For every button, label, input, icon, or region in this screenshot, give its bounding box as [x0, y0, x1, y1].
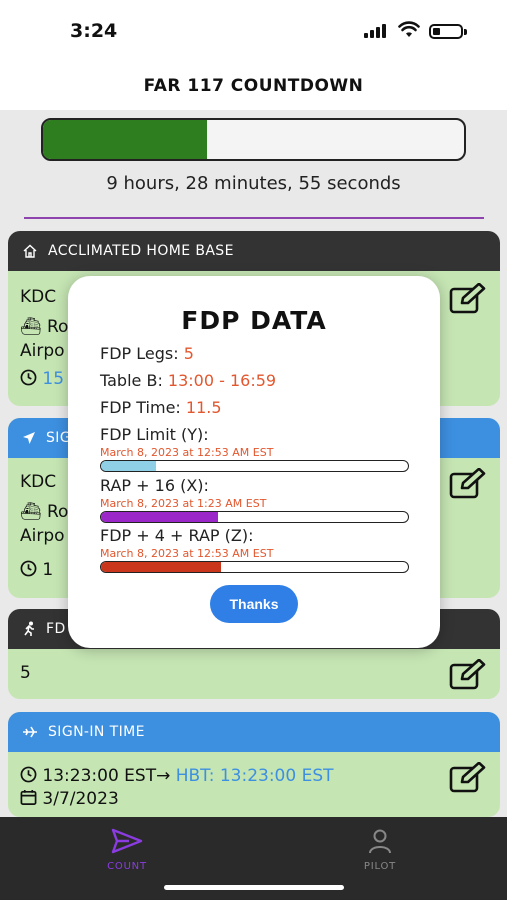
rap-label: RAP + 16 (X):: [100, 476, 209, 495]
sign-in-location-airport: ⛴ Ro: [20, 502, 69, 522]
person-icon: [369, 829, 391, 854]
rap-bar: [100, 511, 409, 523]
divider: [24, 217, 484, 219]
runway-icon: ⛴: [20, 502, 42, 522]
edit-icon[interactable]: [448, 659, 488, 691]
fdp-time-value: 11.5: [185, 398, 222, 417]
countdown-text: 9 hours, 28 minutes, 55 seconds: [106, 173, 401, 194]
fdp-data-modal: FDP DATA FDP Legs: 5 Table B: 13:00 - 16…: [68, 276, 440, 648]
home-base-tz: 15: [20, 369, 64, 389]
status-bar: 3:24: [0, 0, 507, 62]
clock-icon: [20, 766, 37, 783]
fdp4-fill: [101, 562, 221, 572]
home-indicator: [164, 885, 344, 890]
sign-in-location-code: KDC: [20, 472, 57, 492]
sign-in-time-value: 13:23:00 EST: [42, 766, 157, 786]
countdown-progress-bar: [41, 118, 466, 161]
runway-icon: ⛴: [20, 317, 42, 337]
home-icon: [23, 244, 37, 258]
thanks-button[interactable]: Thanks: [210, 585, 298, 623]
sign-in-time-row: 13:23:00 EST→ HBT: 13:23:00 EST: [20, 766, 334, 786]
fdp-legs-value: 5: [20, 663, 31, 683]
sign-in-location-airport-line2: Airpo: [20, 526, 65, 546]
sign-in-date-value: 3/7/2023: [42, 789, 119, 809]
plane-icon: [23, 726, 37, 738]
fdp4-label: FDP + 4 + RAP (Z):: [100, 526, 254, 545]
fdp-legs-row: FDP Legs: 5: [100, 344, 194, 363]
calendar-icon: [20, 789, 37, 805]
rap-fill: [101, 512, 218, 522]
edit-icon[interactable]: [448, 468, 488, 500]
modal-title: FDP DATA: [181, 306, 327, 335]
edit-icon[interactable]: [448, 762, 488, 794]
battery-icon: [429, 24, 467, 39]
sign-in-time-title: SIGN-IN TIME: [48, 724, 145, 740]
fdp-legs-value: 5: [183, 344, 194, 363]
sign-in-time-card: SIGN-IN TIME 13:23:00 EST→ HBT: 13:23:00…: [8, 712, 500, 817]
table-b-value: 13:00 - 16:59: [167, 371, 277, 390]
home-base-code: KDC: [20, 287, 57, 307]
tab-pilot-label: PILOT: [363, 861, 397, 872]
fdp-limit-label: FDP Limit (Y):: [100, 425, 209, 444]
page-title: FAR 117 COUNTDOWN: [143, 76, 364, 96]
wifi-icon: [398, 21, 420, 37]
table-b-row: Table B: 13:00 - 16:59: [100, 371, 277, 390]
home-base-title: ACCLIMATED HOME BASE: [48, 243, 234, 259]
home-base-airport-line2: Airpo: [20, 341, 65, 361]
fdp-limit-fill: [101, 461, 157, 471]
rap-date: March 8, 2023 at 1:23 AM EST: [100, 497, 267, 510]
sign-in-location-tz: 1: [20, 560, 53, 580]
app-header: FAR 117 COUNTDOWN: [0, 62, 507, 110]
home-base-airport: ⛴ Ro: [20, 317, 69, 337]
home-base-header: ACCLIMATED HOME BASE: [8, 231, 500, 271]
clock-icon: [20, 560, 37, 577]
progress-fill: [43, 120, 208, 159]
arrow-right-icon: →: [156, 766, 171, 786]
fdp-time-row: FDP Time: 11.5: [100, 398, 222, 417]
clock-time: 3:24: [70, 20, 118, 42]
clock-icon: [20, 369, 37, 386]
tab-count[interactable]: COUNT: [67, 827, 187, 872]
fdp-legs-title: FD: [46, 621, 66, 637]
sign-in-time-header: SIGN-IN TIME: [8, 712, 500, 752]
fdp4-date: March 8, 2023 at 12:53 AM EST: [100, 547, 274, 560]
send-icon: [111, 828, 143, 854]
fdp4-bar: [100, 561, 409, 573]
fdp-limit-date: March 8, 2023 at 12:53 AM EST: [100, 446, 274, 459]
edit-icon[interactable]: [448, 283, 488, 315]
tab-pilot[interactable]: PILOT: [320, 827, 440, 872]
sign-in-date-row: 3/7/2023: [20, 789, 119, 809]
navigation-icon: [23, 432, 35, 444]
tab-count-label: COUNT: [107, 861, 147, 872]
hbt-value: HBT: 13:23:00 EST: [175, 766, 334, 786]
signal-icon: [364, 24, 388, 38]
fdp-limit-bar: [100, 460, 409, 472]
runner-icon: [24, 621, 34, 636]
